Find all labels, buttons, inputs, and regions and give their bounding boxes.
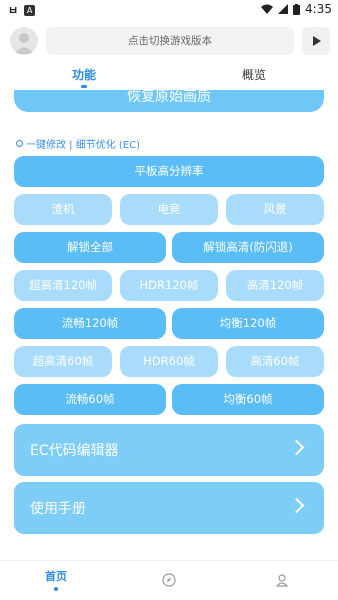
smooth-60fps-button[interactable]: 流畅60帧 — [14, 384, 166, 415]
user-icon — [275, 574, 289, 587]
tab-active-indicator — [81, 85, 87, 88]
features-content[interactable]: 恢复原始画质 一键修改 | 细节优化 (EC) 平板高分辨率 渣机 电竞 风景 … — [0, 90, 338, 560]
battery-icon — [293, 3, 301, 15]
unlock-all-button[interactable]: 解锁全部 — [14, 232, 166, 263]
unlock-hd-button[interactable]: 解锁高清(防闪退) — [172, 232, 324, 263]
user-avatar-icon — [14, 33, 34, 54]
smooth-120fps-button[interactable]: 流畅120帧 — [14, 308, 166, 339]
status-bar: ㅂ A 4:35 — [0, 0, 338, 20]
nav-home[interactable]: 首页 — [26, 568, 86, 591]
tablet-hd-button[interactable]: 平板高分辨率 — [14, 156, 324, 187]
hd-120fps-button[interactable]: 高清120帧 — [226, 270, 324, 301]
compass-icon — [162, 573, 176, 587]
nav-profile[interactable] — [252, 568, 312, 587]
user-manual-card[interactable]: 使用手册 — [14, 482, 324, 534]
preset-esports-button[interactable]: 电竞 — [120, 194, 218, 225]
tab-bar: 功能 概览 — [0, 62, 338, 90]
hd-60fps-button[interactable]: 高清60帧 — [226, 346, 324, 377]
game-version-selector[interactable]: 点击切换游戏版本 — [46, 27, 294, 55]
wifi-icon — [261, 4, 274, 14]
chevron-right-icon — [288, 497, 305, 514]
restore-original-quality-button[interactable]: 恢复原始画质 — [14, 90, 324, 112]
uhd-120fps-button[interactable]: 超高清120帧 — [14, 270, 112, 301]
tab-overview[interactable]: 概览 — [214, 66, 294, 83]
nav-discover[interactable] — [139, 568, 199, 587]
bottom-navigation: 首页 — [0, 560, 338, 600]
signal-icon — [278, 4, 289, 14]
tab-features[interactable]: 功能 — [44, 66, 124, 83]
preset-scenery-button[interactable]: 风景 — [226, 194, 324, 225]
nav-home-label: 首页 — [45, 570, 67, 583]
balanced-120fps-button[interactable]: 均衡120帧 — [172, 308, 324, 339]
avatar[interactable] — [10, 27, 38, 55]
uhd-60fps-button[interactable]: 超高清60帧 — [14, 346, 112, 377]
top-header: 点击切换游戏版本 — [0, 20, 338, 62]
preset-low-end-button[interactable]: 渣机 — [14, 194, 112, 225]
hdr-60fps-button[interactable]: HDR60帧 — [120, 346, 218, 377]
section-title-text: 一键修改 | 细节优化 (EC) — [26, 140, 141, 151]
section-title: 一键修改 | 细节优化 (EC) — [16, 136, 140, 151]
status-indicators: 4:35 — [261, 2, 332, 16]
user-manual-label: 使用手册 — [30, 501, 86, 517]
a-notification-icon: A — [24, 4, 36, 16]
balanced-60fps-button[interactable]: 均衡60帧 — [172, 384, 324, 415]
status-notifications: ㅂ A — [8, 2, 36, 18]
app-notification-icon: ㅂ — [8, 4, 19, 17]
ec-code-editor-card[interactable]: EC代码编辑器 — [14, 424, 324, 476]
hdr-120fps-button[interactable]: HDR120帧 — [120, 270, 218, 301]
play-button[interactable] — [302, 27, 330, 55]
ec-code-editor-label: EC代码编辑器 — [30, 443, 119, 459]
radio-ring-icon — [16, 140, 23, 147]
status-time: 4:35 — [305, 2, 332, 16]
nav-active-dot — [54, 587, 58, 591]
chevron-right-icon — [288, 439, 305, 456]
